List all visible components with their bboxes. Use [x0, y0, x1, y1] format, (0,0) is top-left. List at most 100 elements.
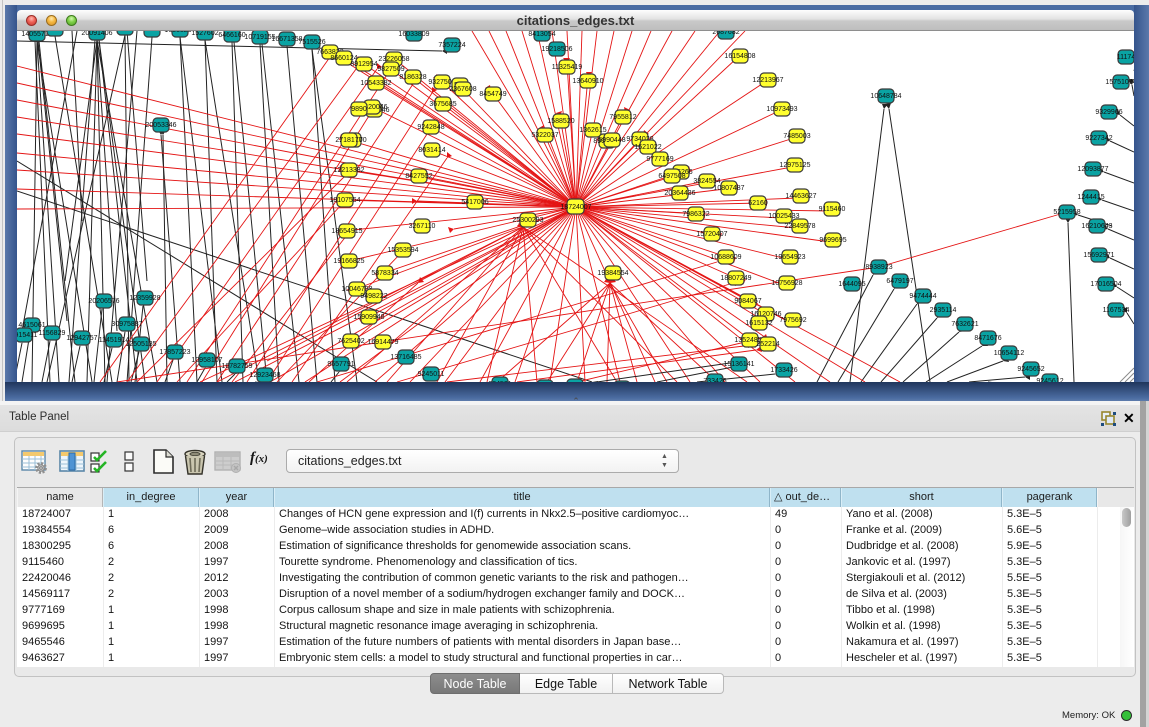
svg-text:18724007: 18724007: [560, 204, 591, 211]
svg-text:3675685: 3675685: [429, 101, 456, 108]
svg-text:6466160: 6466160: [218, 32, 245, 39]
svg-text:22849578: 22849578: [784, 223, 815, 230]
svg-text:7632621: 7632621: [951, 321, 978, 328]
svg-text:9242848: 9242848: [417, 124, 444, 131]
svg-text:252214: 252214: [756, 341, 779, 348]
svg-text:2718170: 2718170: [335, 137, 362, 144]
svg-text:12505135: 12505135: [125, 341, 156, 348]
svg-text:8186328: 8186328: [399, 74, 426, 81]
svg-text:8413054: 8413054: [528, 31, 555, 38]
svg-text:8454749: 8454749: [479, 91, 506, 98]
svg-text:924501: 924501: [488, 381, 511, 382]
svg-text:9699695: 9699695: [819, 237, 846, 244]
svg-text:1244415: 1244415: [1077, 194, 1104, 201]
svg-text:3267110: 3267110: [409, 223, 436, 230]
svg-text:10973493: 10973493: [766, 106, 797, 113]
svg-text:2687682: 2687682: [712, 31, 739, 36]
svg-text:19218506: 19218506: [541, 46, 572, 53]
svg-text:9245011: 9245011: [418, 371, 445, 378]
svg-text:10654112: 10654112: [994, 350, 1025, 357]
svg-text:7515526: 7515526: [298, 39, 325, 46]
svg-text:8031414: 8031414: [418, 147, 445, 154]
svg-text:14463627: 14463627: [785, 193, 816, 200]
svg-text:16033809: 16033809: [398, 31, 429, 38]
svg-text:6479197: 6479197: [886, 278, 913, 285]
svg-text:10688609: 10688609: [710, 254, 741, 261]
svg-text:18654915: 18654915: [331, 228, 362, 235]
svg-text:7357224: 7357224: [438, 42, 465, 49]
svg-text:15692971: 15692971: [1083, 252, 1114, 259]
svg-text:15353594: 15353594: [387, 247, 418, 254]
svg-text:2935114: 2935114: [930, 307, 957, 314]
svg-text:15751074: 15751074: [1105, 79, 1134, 86]
svg-text:12213967: 12213967: [752, 77, 783, 84]
svg-text:3915411: 3915411: [17, 332, 37, 339]
svg-text:1527602: 1527602: [191, 31, 218, 37]
svg-text:17857223: 17857223: [159, 349, 190, 356]
svg-text:9329966: 9329966: [1095, 109, 1122, 116]
svg-text:19384554: 19384554: [597, 270, 628, 277]
svg-text:1156829: 1156829: [39, 330, 66, 337]
svg-text:12359928: 12359928: [129, 295, 160, 302]
svg-text:9245652: 9245652: [1017, 366, 1044, 373]
svg-text:16154808: 16154808: [724, 53, 755, 60]
svg-text:9245612: 9245612: [1036, 378, 1063, 382]
svg-text:9227342: 9227342: [1085, 135, 1112, 142]
svg-text:9777169: 9777169: [646, 156, 673, 163]
svg-text:3824554: 3824554: [693, 178, 720, 185]
svg-text:11174: 11174: [1117, 54, 1134, 61]
svg-text:5215958: 5215958: [1053, 209, 1080, 216]
svg-text:12923468: 12923468: [249, 372, 280, 379]
svg-text:19654923: 19654923: [774, 254, 805, 261]
svg-text:1615132: 1615132: [745, 320, 772, 327]
svg-text:9890: 9890: [351, 106, 367, 113]
svg-text:6497508: 6497508: [658, 173, 685, 180]
svg-text:16914479: 16914479: [367, 339, 398, 346]
svg-text:7485003: 7485003: [783, 133, 810, 140]
svg-text:1644095: 1644095: [838, 281, 865, 288]
svg-text:7955812: 7955812: [609, 114, 636, 121]
svg-text:6990448: 6990448: [598, 137, 625, 144]
svg-text:16210643: 16210643: [1081, 223, 1112, 230]
svg-text:12213382: 12213382: [333, 167, 364, 174]
svg-text:20053346: 20053346: [145, 122, 176, 129]
svg-text:25300293: 25300293: [512, 217, 543, 224]
svg-text:9084067: 9084067: [734, 298, 761, 305]
svg-text:15909948: 15909948: [353, 314, 384, 321]
svg-text:7975692: 7975692: [779, 317, 806, 324]
svg-text:62160: 62160: [748, 200, 768, 207]
svg-text:8938923: 8938923: [865, 264, 892, 271]
svg-text:9657791: 9657791: [327, 361, 354, 368]
svg-text:15136141: 15136141: [723, 361, 754, 368]
svg-text:11325419: 11325419: [552, 64, 583, 71]
svg-text:18807249: 18807249: [720, 275, 751, 282]
svg-text:20206576: 20206576: [88, 298, 119, 305]
svg-text:1167534: 1167534: [1103, 307, 1130, 314]
svg-text:10807487: 10807487: [713, 185, 744, 192]
svg-text:733426: 733426: [703, 378, 726, 382]
svg-text:2367608: 2367608: [449, 86, 476, 93]
svg-text:7986322: 7986322: [682, 211, 709, 218]
svg-text:5878334: 5878334: [371, 270, 398, 277]
svg-text:12093877: 12093877: [1077, 166, 1108, 173]
svg-text:13640910: 13640910: [572, 78, 603, 85]
svg-text:8912954: 8912954: [350, 61, 377, 68]
svg-text:9474444: 9474444: [909, 293, 936, 300]
svg-text:20091406: 20091406: [81, 31, 112, 37]
svg-text:9827509: 9827509: [377, 66, 404, 73]
svg-text:10648784: 10648784: [870, 93, 901, 100]
svg-text:19166825: 19166825: [333, 258, 364, 265]
svg-text:17016504: 17016504: [1090, 281, 1121, 288]
svg-text:10958107: 10958107: [191, 357, 222, 364]
svg-text:13716485: 13716485: [390, 354, 421, 361]
svg-text:18107554: 18107554: [329, 197, 360, 204]
svg-text:1588520: 1588520: [547, 118, 574, 125]
svg-text:16782759: 16782759: [221, 363, 252, 370]
svg-text:20364436: 20364436: [664, 190, 695, 197]
svg-text:10543382: 10543382: [360, 80, 391, 87]
svg-text:1621022: 1621022: [634, 144, 661, 151]
svg-text:8471676: 8471676: [974, 335, 1001, 342]
svg-text:5322037: 5322037: [531, 132, 558, 139]
svg-text:9115460: 9115460: [819, 206, 846, 213]
svg-text:8427552: 8427552: [405, 173, 432, 180]
